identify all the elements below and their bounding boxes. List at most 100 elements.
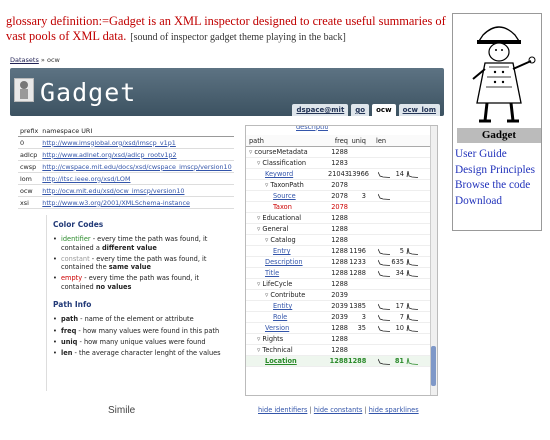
- tree-freq-cell: 1288: [331, 148, 348, 156]
- namespace-uri-cell: http://cwspace.mit.edu/docs/xsd/cwspace_…: [40, 160, 234, 173]
- namespace-uri-link[interactable]: http://www.imsglobal.org/xsd/imscp_v1p1: [42, 139, 176, 147]
- tree-cut-label[interactable]: description: [246, 126, 328, 131]
- namespace-row: xsi http://www.w3.org/2001/XMLSchema-inst…: [18, 196, 234, 209]
- legend-path: • path - name of the element or attribute: [53, 315, 194, 324]
- tree-row: Version 1288 35 10: [246, 323, 437, 334]
- namespace-uri-link[interactable]: http://www.adlnet.org/xsd/adlcp_rootv1p2: [42, 151, 176, 159]
- len-sparkline-icon: [406, 302, 418, 310]
- tab-go[interactable]: go: [351, 104, 370, 116]
- tree-row: Keyword 21043 13966 14: [246, 169, 437, 180]
- uniq-word: uniq: [61, 337, 78, 346]
- len-sparkline-icon: [406, 170, 418, 178]
- uniq-sparkline-icon: [378, 270, 390, 277]
- tree-uniq-cell: 1288: [348, 357, 367, 365]
- legend-freq: • freq - how many values were found in th…: [53, 326, 220, 335]
- namespace-prefix: adlcp: [18, 148, 41, 161]
- tree-len-value: 81: [394, 357, 404, 365]
- namespace-row: 0 http://www.imsglobal.org/xsd/imscp_v1p1: [18, 136, 234, 149]
- tree-path-label[interactable]: Role: [273, 313, 287, 321]
- namespace-uri-link[interactable]: http://cwspace.mit.edu/docs/xsd/cwspace_…: [42, 163, 231, 171]
- tree-path-label: Classification: [262, 159, 307, 167]
- tree-len-cell: [366, 181, 416, 189]
- hide-constants-link[interactable]: hide constants: [314, 406, 362, 414]
- tree-len-value: 5: [399, 247, 404, 255]
- tree-row: ▿ Contribute 2039: [246, 290, 437, 301]
- tree-path-cell: Title: [246, 269, 328, 277]
- hide-sparklines-link[interactable]: hide sparklines: [369, 406, 419, 414]
- tree-freq-cell: 1288: [331, 247, 348, 255]
- hide-links: hide identifiers | hide constants | hide…: [258, 406, 419, 414]
- len-column-header[interactable]: len: [366, 137, 416, 145]
- tree-uniq-cell: 1385: [349, 302, 366, 310]
- constant-strong: same value: [108, 263, 151, 272]
- tree-uniq-cell: 35: [357, 324, 366, 332]
- namespace-row: ocw http://ocw.mit.edu/xsd/ocw_imscp/vers…: [18, 184, 234, 197]
- dataset-tabs: dspace@mit go ocw ocw_lom: [292, 104, 440, 116]
- tree-freq-cell: 1283: [331, 159, 348, 167]
- legend-panel: Color Codes • identifier - every time th…: [46, 215, 228, 391]
- uniq-sparkline-icon: [378, 171, 390, 178]
- glossary-note: [sound of inspector gadget theme playing…: [130, 31, 346, 43]
- tree-path-label[interactable]: Title: [265, 269, 279, 277]
- tree-uniq-cell: 1288: [349, 269, 366, 277]
- tree-row: ▿ General 1288: [246, 224, 437, 235]
- app-title: Gadget: [40, 78, 137, 107]
- namespace-uri-link[interactable]: http://ocw.mit.edu/xsd/ocw_imscp/version…: [42, 187, 184, 195]
- tab-ocw[interactable]: ocw: [372, 104, 396, 116]
- tree-path-cell: Entity: [246, 302, 328, 310]
- tree-freq-cell: 1288: [331, 346, 348, 354]
- namespace-uri-link[interactable]: http://www.w3.org/2001/XMLSchema-instanc…: [42, 199, 190, 207]
- tree-freq-cell: 21043: [328, 170, 349, 178]
- tree-path-label[interactable]: Source: [273, 192, 296, 200]
- freq-text: - how many values were found in this pat…: [76, 326, 220, 335]
- namespace-header-row: prefix namespace URI: [18, 125, 234, 137]
- tree-path-label: Educational: [262, 214, 302, 222]
- uri-header: namespace URI: [40, 125, 234, 137]
- tree-scrollbar[interactable]: [430, 126, 437, 395]
- sidebar-links: User Guide Design Principles Browse the …: [455, 147, 535, 209]
- tree-row: Description 1288 1233 635: [246, 257, 437, 268]
- tree-path-label[interactable]: Version: [265, 324, 289, 332]
- tree-path-label[interactable]: Entity: [273, 302, 292, 310]
- tree-len-cell: [366, 280, 416, 288]
- tree-len-cell: [366, 346, 416, 354]
- breadcrumb-datasets[interactable]: Datasets: [10, 56, 39, 64]
- tree-row: ▿ Technical 1288: [246, 345, 437, 356]
- tree-len-cell: 34: [366, 269, 418, 277]
- tree-body: ▿ courseMetadata 1288 ▿ Classification 1283…: [246, 147, 437, 367]
- namespace-uri-cell: http://www.w3.org/2001/XMLSchema-instanc…: [40, 196, 234, 209]
- path-column-header[interactable]: path: [246, 137, 328, 145]
- download-link[interactable]: Download: [455, 194, 535, 210]
- namespace-row: cwsp http://cwspace.mit.edu/docs/xsd/cwsp…: [18, 160, 234, 173]
- sidebar-gadget-label: Gadget: [457, 128, 541, 143]
- tree-uniq-cell: 3: [361, 192, 366, 200]
- freq-column-header[interactable]: freq: [328, 137, 348, 145]
- uniq-column-header[interactable]: uniq: [348, 137, 366, 145]
- scrollbar-thumb[interactable]: [431, 346, 436, 386]
- path-info-title: Path Info: [53, 300, 92, 310]
- design-principles-link[interactable]: Design Principles: [455, 163, 535, 179]
- hide-identifiers-link[interactable]: hide identifiers: [258, 406, 307, 414]
- tree-path-label[interactable]: Location: [265, 357, 297, 365]
- tree-len-cell: 5: [366, 247, 418, 255]
- tree-freq-cell: 1288: [331, 280, 348, 288]
- browse-code-link[interactable]: Browse the code: [455, 178, 535, 194]
- tree-row: Entry 1288 1196 5: [246, 246, 437, 257]
- namespace-uri-cell: http://www.imsglobal.org/xsd/imscp_v1p1: [40, 136, 234, 149]
- tab-dspace[interactable]: dspace@mit: [292, 104, 349, 116]
- tree-row: Entity 2039 1385 17: [246, 301, 437, 312]
- tree-len-cell: 17: [366, 302, 418, 310]
- uniq-sparkline-icon: [378, 303, 390, 310]
- tree-path-label[interactable]: Keyword: [265, 170, 293, 178]
- namespace-uri-link[interactable]: http://ltsc.ieee.org/xsd/LOM: [42, 175, 130, 183]
- tree-path-label[interactable]: Entry: [273, 247, 291, 255]
- link-separator: |: [364, 406, 367, 414]
- tree-path-label[interactable]: Taxon: [273, 203, 292, 211]
- tab-ocw-lom[interactable]: ocw_lom: [398, 104, 440, 116]
- tree-path-cell: Source: [246, 192, 328, 200]
- tree-freq-cell: 1288: [331, 258, 348, 266]
- user-guide-link[interactable]: User Guide: [455, 147, 535, 163]
- tree-path-label[interactable]: Description: [265, 258, 303, 266]
- tree-len-value: 635: [391, 258, 404, 266]
- tree-row: Source 2078 3: [246, 191, 437, 202]
